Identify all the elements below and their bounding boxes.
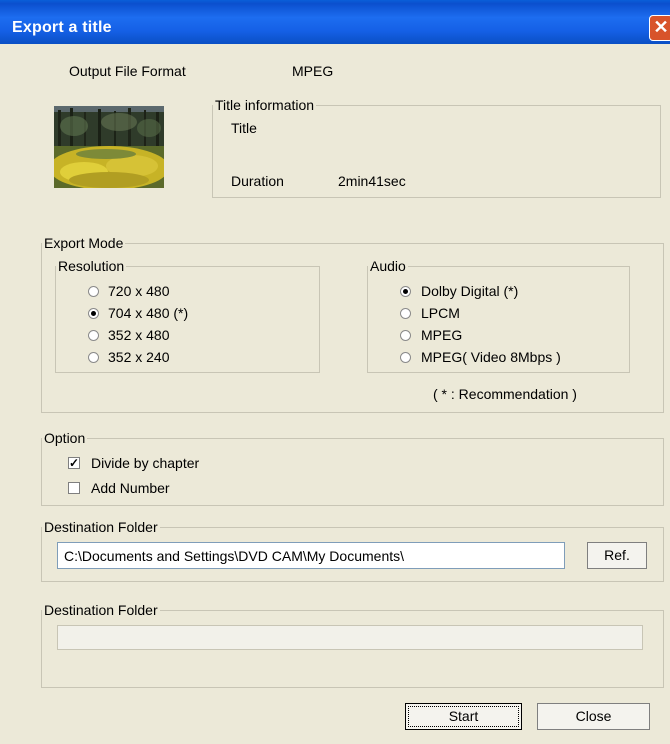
audio-radio-mpeg[interactable] — [400, 330, 411, 341]
title-label: Title — [231, 120, 257, 136]
audio-legend: Audio — [370, 258, 406, 274]
resolution-option-label: 720 x 480 — [108, 283, 170, 299]
divide-by-chapter-checkbox[interactable]: ✓ — [68, 457, 80, 469]
audio-option-label: Dolby Digital (*) — [421, 283, 519, 299]
resolution-radio-720x480[interactable] — [88, 286, 99, 297]
title-thumbnail — [54, 106, 164, 188]
option-legend: Option — [44, 430, 86, 446]
output-format-value: MPEG — [292, 63, 334, 79]
resolution-radio-352x240[interactable] — [88, 352, 99, 363]
audio-option-label: MPEG( Video 8Mbps ) — [421, 349, 561, 365]
output-format-label: Output File Format — [69, 63, 186, 79]
recommendation-note: ( * : Recommendation ) — [433, 386, 577, 402]
resolution-radio-704x480[interactable] — [88, 308, 99, 319]
thumbnail-image — [54, 106, 164, 188]
duration-label: Duration — [231, 173, 284, 189]
title-bar[interactable]: Export a title ✕ — [0, 0, 670, 44]
audio-option-label: LPCM — [421, 305, 460, 321]
resolution-option-label: 704 x 480 (*) — [108, 305, 189, 321]
resolution-option-label: 352 x 240 — [108, 349, 170, 365]
checkmark-icon: ✓ — [69, 456, 80, 470]
add-number-checkbox[interactable] — [68, 482, 80, 494]
close-button-label: Close — [575, 708, 612, 724]
destination-folder-legend: Destination Folder — [44, 519, 158, 535]
start-button-label: Start — [448, 708, 479, 724]
resolution-option-label: 352 x 480 — [108, 327, 170, 343]
close-button[interactable]: Close — [537, 703, 650, 730]
divide-by-chapter-label: Divide by chapter — [91, 455, 200, 471]
audio-radio-mpeg-video-8mbps[interactable] — [400, 352, 411, 363]
add-number-label: Add Number — [91, 480, 170, 496]
destination-path-input[interactable] — [57, 542, 565, 569]
window-title: Export a title — [12, 19, 112, 36]
export-mode-legend: Export Mode — [44, 235, 124, 251]
progress-folder-legend: Destination Folder — [44, 602, 158, 618]
export-dialog: Export a title ✕ Output File Format MPEG — [0, 0, 670, 744]
resolution-legend: Resolution — [58, 258, 125, 274]
audio-radio-lpcm[interactable] — [400, 308, 411, 319]
start-button[interactable]: Start — [405, 703, 522, 730]
ref-button-label: Ref. — [604, 547, 630, 563]
export-progress-bar — [57, 625, 643, 650]
close-icon: ✕ — [653, 17, 669, 37]
duration-value: 2min41sec — [338, 173, 406, 189]
ref-button[interactable]: Ref. — [587, 542, 647, 569]
audio-option-label: MPEG — [421, 327, 463, 343]
audio-radio-dolby-digital[interactable] — [400, 286, 411, 297]
window-close-button[interactable]: ✕ — [649, 15, 670, 41]
resolution-radio-352x480[interactable] — [88, 330, 99, 341]
title-information-legend: Title information — [215, 97, 315, 113]
